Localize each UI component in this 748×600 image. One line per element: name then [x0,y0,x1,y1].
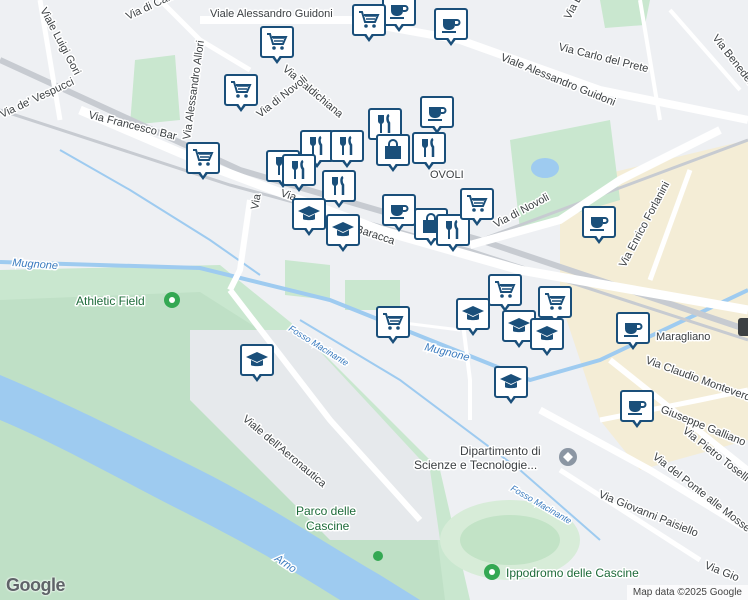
restaurant-marker[interactable] [282,154,316,194]
marker-pointer [423,160,435,170]
marker-pointer [627,340,639,350]
poi-label-parco-delle-cascine-line2: Cascine [306,519,350,533]
marker-pointer [235,102,247,112]
school-marker[interactable] [530,318,564,358]
marker-pointer [341,158,353,168]
poi-label-dipartimento[interactable]: Dipartimento di [459,443,543,460]
shop-marker[interactable] [352,4,386,44]
marker-pointer [471,216,483,226]
poi-label-ippodromo[interactable]: Ippodromo delle Cascine [505,565,641,582]
school-marker[interactable] [326,214,360,254]
google-logo: Google [6,575,66,595]
marker-pointer [593,234,605,244]
marker-pointer [393,22,405,32]
shop-marker[interactable] [488,274,522,314]
university-pin-icon[interactable] [559,448,577,466]
restaurant-marker[interactable] [322,170,356,210]
shop-marker[interactable] [224,74,258,114]
tree-icon [373,551,383,561]
marker-pointer [445,36,457,46]
school-marker[interactable] [456,298,490,338]
restaurant-marker[interactable] [330,130,364,170]
marker-pointer [631,418,643,428]
map-base-layer: Viale Luigi Gori Via di Carraia Viale Al… [0,0,748,600]
marker-pointer [513,338,525,348]
shop-marker[interactable] [260,26,294,66]
restaurant-marker[interactable] [412,132,446,172]
marker-pointer [271,54,283,64]
marker-pointer [447,242,459,252]
marker-pointer [393,222,405,232]
cafe-marker[interactable] [420,96,454,136]
shop-marker[interactable] [186,142,220,182]
park-pin-icon[interactable] [484,564,500,580]
marker-pointer [303,226,315,236]
marker-pointer [293,182,305,192]
marker-pointer [541,346,553,356]
street-label: Viale Alessandro Guidoni [210,8,333,20]
map-data-credit[interactable]: Map data ©2025 Google [626,585,748,600]
poi-label-dipartimento-line2: Scienze e Tecnologie... [414,458,537,472]
marker-pointer [387,334,399,344]
street-label: Maragliano [656,331,710,343]
marker-pointer [197,170,209,180]
poi-label-parco-delle-cascine[interactable]: Parco delle [295,503,358,520]
cafe-marker[interactable] [582,206,616,246]
marker-pointer [467,326,479,336]
shop-marker[interactable] [460,188,494,228]
marker-pointer [337,242,349,252]
school-marker[interactable] [292,198,326,238]
marker-pointer [333,198,345,208]
poi-label-athletic-field[interactable]: Athletic Field [75,293,147,310]
cafe-marker[interactable] [620,390,654,430]
school-marker[interactable] [494,366,528,406]
marker-pointer [251,372,263,382]
cafe-marker[interactable] [434,8,468,48]
cafe-marker[interactable] [382,0,416,34]
bag-marker[interactable] [376,134,410,174]
map-canvas[interactable]: Viale Luigi Gori Via di Carraia Viale Al… [0,0,748,600]
marker-pointer [505,394,517,404]
cafe-marker[interactable] [616,312,650,352]
marker-pointer [387,162,399,172]
park-pin-icon[interactable] [164,292,180,308]
edge-marker[interactable] [738,318,748,336]
cafe-marker[interactable] [382,194,416,234]
marker-pointer [363,32,375,42]
shop-marker[interactable] [376,306,410,346]
school-marker[interactable] [240,344,274,384]
